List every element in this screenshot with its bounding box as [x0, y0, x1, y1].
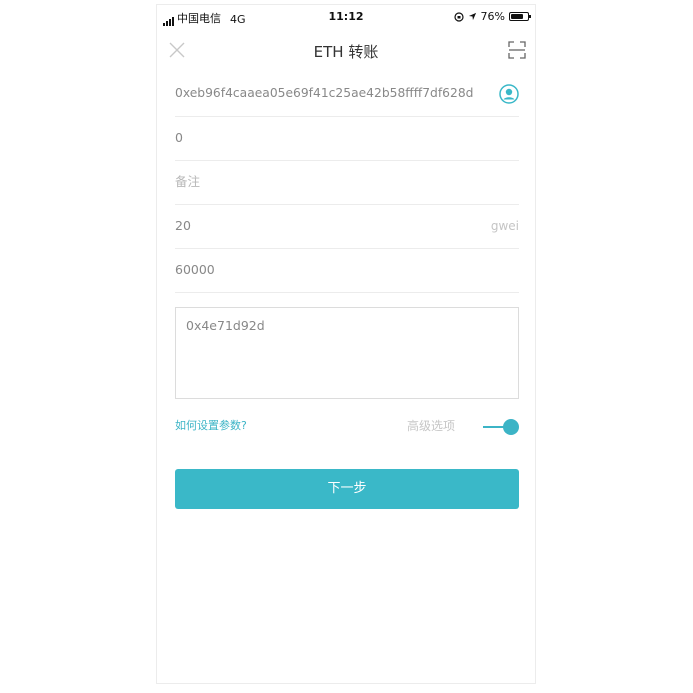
- page-title: ETH 转账: [313, 43, 379, 61]
- gas-price-field: gwei: [175, 205, 519, 249]
- data-box: 0x4e71d92d: [175, 307, 519, 399]
- gas-unit-label: gwei: [490, 219, 519, 233]
- amount-field: [175, 117, 519, 161]
- amount-input[interactable]: [175, 130, 475, 145]
- address-field: [175, 73, 519, 117]
- memo-field: [175, 161, 519, 205]
- address-input[interactable]: [175, 86, 495, 100]
- location-icon: [468, 12, 476, 21]
- scan-icon: [508, 41, 526, 59]
- advanced-options-label: 高级选项: [407, 419, 456, 433]
- screen-lock-icon: [453, 11, 464, 22]
- contact-icon: [499, 84, 519, 104]
- battery-icon: [509, 12, 531, 21]
- memo-input[interactable]: [175, 174, 475, 189]
- gas-limit-input[interactable]: [175, 262, 475, 277]
- status-bar: 中国电信 4G 11:12 76%: [157, 5, 535, 27]
- gas-price-input[interactable]: [175, 218, 475, 233]
- scan-button[interactable]: [507, 40, 527, 60]
- data-textarea[interactable]: 0x4e71d92d: [186, 318, 506, 388]
- next-button[interactable]: 下一步: [175, 469, 519, 509]
- battery-cap: [529, 15, 531, 18]
- phone-screen: 中国电信 4G 11:12 76% ETH 转账 0xeb96f4caaea05…: [156, 4, 536, 684]
- contact-button[interactable]: [499, 84, 519, 104]
- help-link[interactable]: 如何设置参数?: [175, 417, 247, 433]
- advanced-options-toggle[interactable]: [483, 419, 519, 435]
- nav-bar: ETH 转账: [157, 27, 535, 73]
- battery-percent: 76%: [480, 10, 505, 23]
- battery-fill: [511, 14, 524, 19]
- gas-limit-field: [175, 249, 519, 293]
- toggle-knob: [503, 419, 519, 435]
- status-right: 76%: [453, 10, 531, 23]
